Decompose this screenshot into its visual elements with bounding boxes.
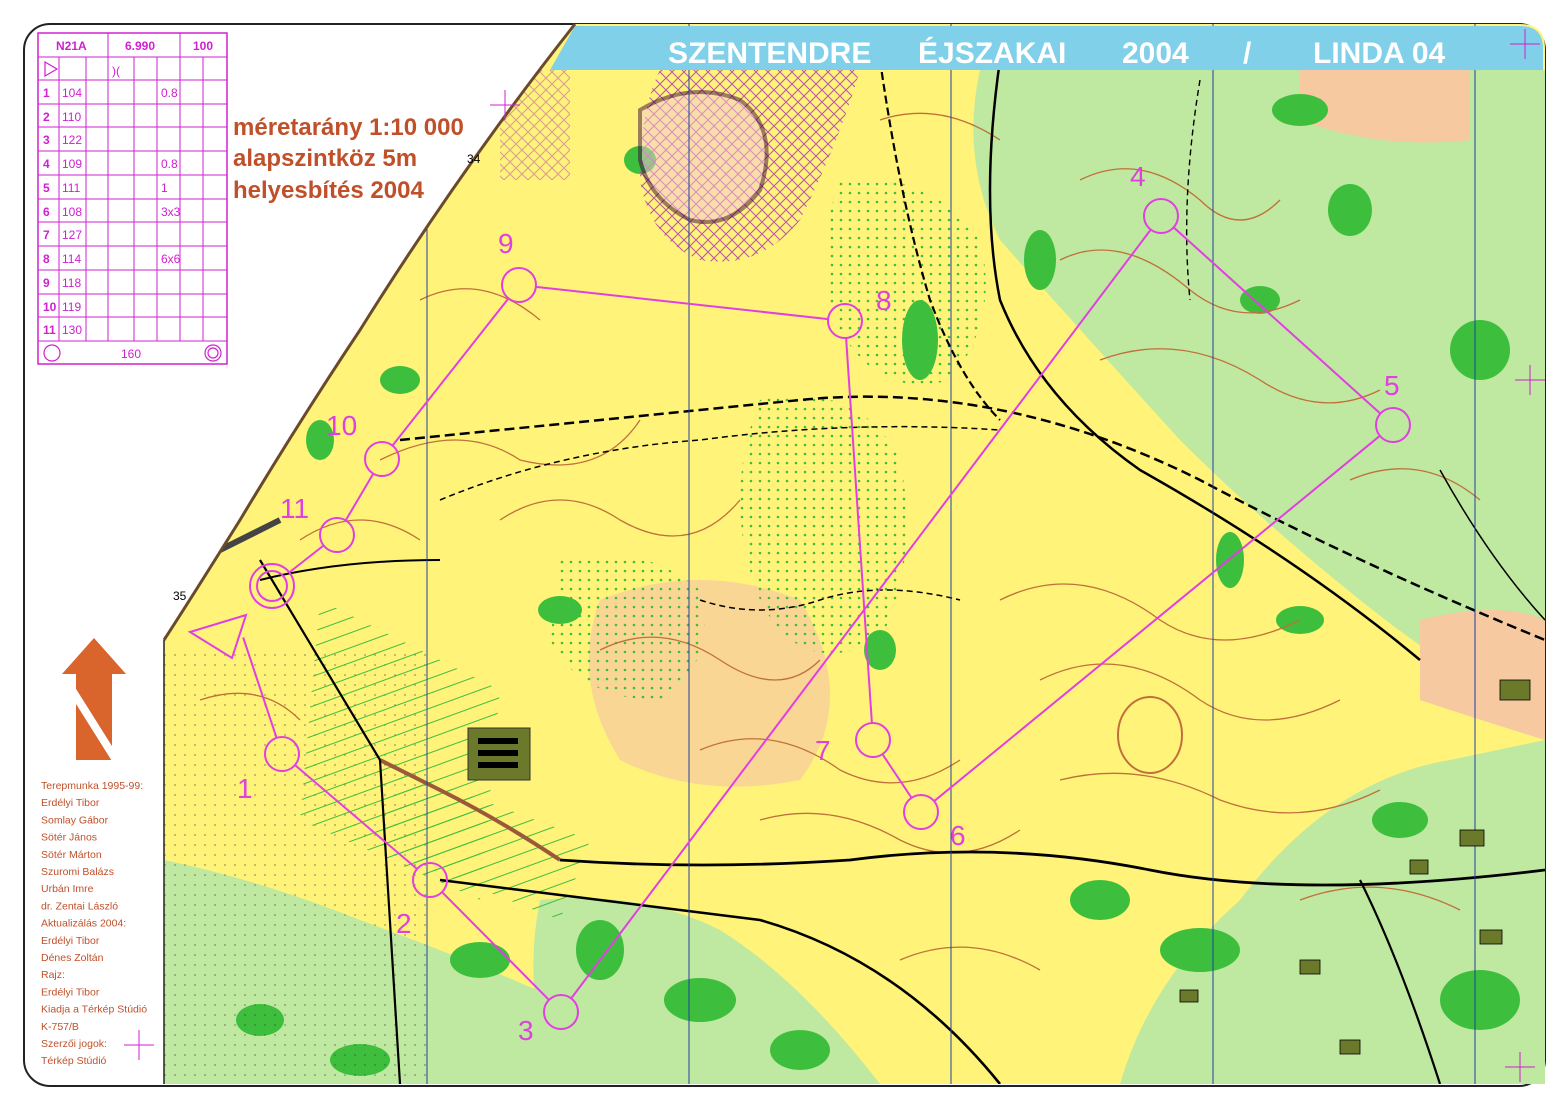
control-number-label: 9 [498,228,514,259]
credit-line: Szerzői jogok: [41,1038,107,1050]
scale-line: méretarány 1:10 000 [233,114,464,141]
credit-line: Dénes Zoltán [41,952,104,964]
cd-control-number: 11 [43,323,56,337]
cd-finish-distance: 160 [121,347,141,361]
credit-line: Szuromi Balázs [41,866,114,878]
control-number-label: 4 [1130,161,1146,192]
cd-length: 6.990 [125,39,155,53]
cd-control-code: 109 [62,157,82,171]
cd-control-code: 108 [62,205,82,219]
orienteering-map: SZENTENDRE ÉJSZAKAI 2004 / LINDA 04 mére… [23,23,1546,1087]
credit-line: Terepmunka 1995-99: [41,780,143,792]
cd-control-code: 111 [62,181,81,195]
title-part-year: 2004 [1122,37,1189,70]
control-description-sheet: N21A 6.990 100 )( 1 104 0.82 1103 1224 109 0.8… [37,32,228,365]
control-number-label: 10 [326,410,357,441]
cd-dimension: 6x6 [161,252,181,266]
credit-line: Erdélyi Tibor [41,986,100,998]
credit-line: Rajz: [41,969,65,981]
control-number-label: 1 [237,773,253,804]
cd-control-number: 1 [43,86,50,100]
credit-line: Urbán Imre [41,883,94,895]
cd-dimension: 0.8 [161,157,178,171]
cd-dimension: 3x3 [161,205,181,219]
cd-control-number: 3 [43,133,50,147]
control-number-label: 7 [815,735,831,766]
credit-line: Sötér Márton [41,849,102,861]
cd-climb: 100 [193,39,213,53]
cd-dimension: 0.8 [161,86,178,100]
credit-line: Aktualizálás 2004: [41,918,126,930]
cd-control-code: 119 [62,300,81,314]
control-number-label: 2 [396,908,412,939]
cd-dimension: 1 [161,181,168,195]
credit-line: Térkép Stúdió [41,1055,107,1067]
control-number-label: 6 [950,820,966,851]
cd-control-number: 10 [43,300,57,314]
control-number-label: 11 [280,493,309,524]
cd-control-number: 4 [43,157,50,171]
cd-control-number: 5 [43,181,50,195]
cd-control-number: 9 [43,276,50,290]
control-number-label: 3 [518,1015,534,1046]
cd-control-number: 2 [43,110,50,124]
credit-line: Erdélyi Tibor [41,935,100,947]
cd-control-code: 127 [62,228,82,242]
cd-control-number: 8 [43,252,50,266]
credit-line: dr. Zentai László [41,900,118,912]
cd-control-code: 110 [62,110,81,124]
title-part-map: LINDA 04 [1313,37,1446,70]
cd-control-code: 118 [62,276,81,290]
title-part-town: SZENTENDRE [668,37,871,70]
cd-control-code: 130 [62,323,82,337]
credit-line: K-757/B [41,1021,79,1033]
cd-control-code: 114 [62,252,81,266]
control-number-label: 8 [876,285,892,316]
cd-control-code: 122 [62,133,82,147]
credit-line: Erdélyi Tibor [41,797,100,809]
revision-line: helyesbítés 2004 [233,177,424,204]
title-band: SZENTENDRE ÉJSZAKAI 2004 / LINDA 04 [550,26,1543,70]
credit-line: Kiadja a Térkép Stúdió [41,1004,147,1016]
control-number-label: 5 [1384,370,1400,401]
cd-control-number: 6 [43,205,50,219]
cd-control-number: 7 [43,228,50,242]
credit-line: Somlay Gábor [41,814,109,826]
start-feature-icon: )( [112,64,120,78]
title-part-event: ÉJSZAKAI [918,36,1066,70]
credit-line: Sötér János [41,832,97,844]
contour-interval-line: alapszintköz 5m [233,145,417,172]
cd-class: N21A [56,39,87,53]
cd-control-code: 104 [62,86,82,100]
grid-number-35: 35 [173,589,187,603]
title-part-separator: / [1243,37,1252,70]
grid-number-34: 34 [467,152,481,166]
